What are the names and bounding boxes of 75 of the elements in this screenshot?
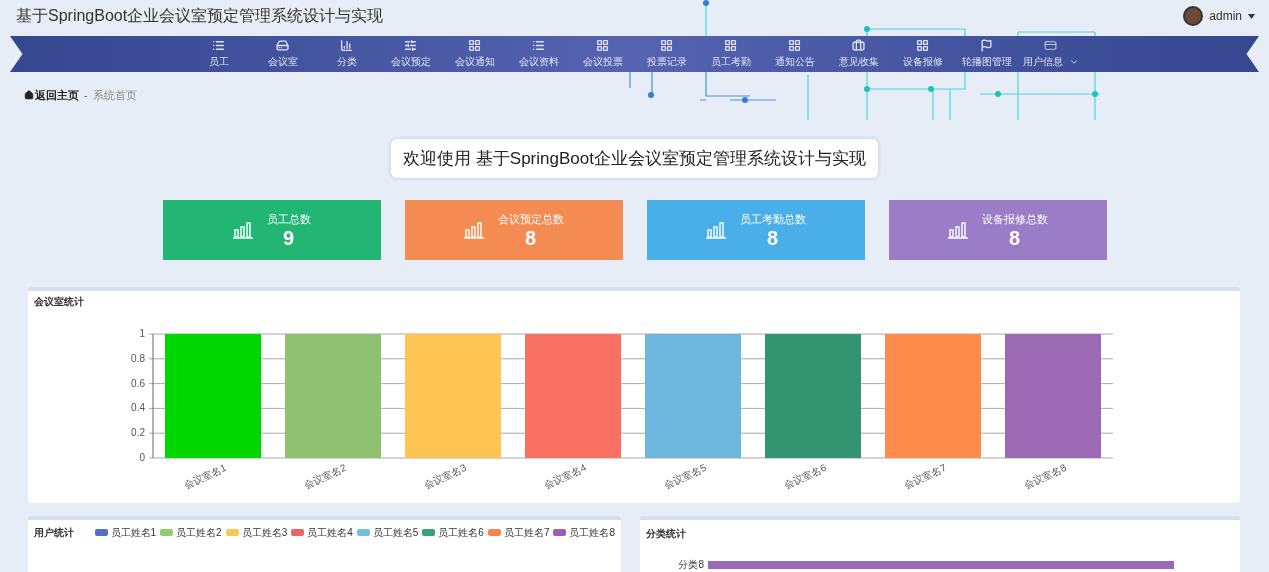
legend-label: 员工姓名3 [241, 526, 288, 540]
grid-icon [724, 39, 737, 52]
bar-chart-icon [947, 221, 968, 239]
grid-icon [916, 39, 929, 52]
username[interactable]: admin [1209, 7, 1242, 25]
stat-value: 9 [282, 227, 295, 250]
nav-item[interactable]: 员工 [186, 36, 251, 72]
legend-label: 员工姓名4 [307, 526, 353, 540]
grid-icon [468, 39, 481, 52]
caret-icon[interactable] [1248, 13, 1255, 19]
stat-value: 8 [1008, 227, 1021, 250]
nav-item[interactable]: 员工考勤 [698, 36, 763, 72]
bar-chart-icon [232, 221, 253, 239]
bar-chart-icon [463, 221, 484, 239]
legend-label: 员工姓名2 [176, 526, 222, 540]
grid-icon [788, 39, 801, 52]
x-tick-label: 会议室名5 [661, 461, 708, 492]
breadcrumb-current: 系统首页 [92, 88, 137, 103]
sliders-icon [404, 39, 417, 52]
nav-item[interactable]: 投票记录 [634, 36, 699, 72]
stat-value: 8 [524, 227, 537, 250]
stat-label: 员工考勤总数 [739, 211, 806, 227]
briefcase-icon [852, 39, 865, 52]
y-tick-label: 0.8 [131, 352, 145, 364]
home-icon [24, 90, 34, 101]
legend-label: 员工姓名1 [110, 526, 157, 540]
stat-label: 员工总数 [266, 211, 311, 227]
list-icon [532, 39, 545, 52]
legend-label: 员工姓名7 [503, 526, 550, 540]
nav-item[interactable]: 用户信息 [1018, 36, 1083, 72]
grid-icon [596, 39, 609, 52]
y-tick-label: 0 [139, 452, 145, 463]
bar-chart-icon [340, 39, 353, 52]
nav-item[interactable]: 设备报修 [890, 36, 955, 72]
stat-label: 设备报修总数 [981, 211, 1048, 227]
y-tick-label: 0.6 [131, 377, 145, 389]
nav-item[interactable]: 会议资料 [506, 36, 571, 72]
x-tick-label: 会议室名2 [301, 461, 348, 492]
bar-chart-icon [705, 221, 726, 239]
stat-label: 会议预定总数 [497, 211, 564, 227]
x-tick-label: 会议室名1 [181, 461, 228, 492]
nav-item[interactable]: 轮播图管理 [954, 36, 1019, 72]
nav-item[interactable]: 通知公告 [762, 36, 827, 72]
y-tick-label: 分类8 [677, 558, 704, 572]
x-tick-label: 会议室名7 [901, 461, 948, 492]
y-tick-label: 0.2 [131, 427, 145, 439]
stat-value: 8 [766, 227, 779, 250]
legend-label: 员工姓名5 [372, 526, 419, 540]
chart-title: 分类统计 [646, 527, 687, 541]
nav-item[interactable]: 会议投票 [570, 36, 635, 72]
drive-icon [276, 39, 289, 52]
flag-icon [980, 39, 993, 52]
nav-item[interactable]: 分类 [314, 36, 379, 72]
chart-title: 会议室统计 [34, 295, 84, 309]
chart-title: 用户统计 [34, 526, 74, 540]
nav-item[interactable]: 会议通知 [442, 36, 507, 72]
home-link[interactable]: 返回主页 [24, 87, 79, 104]
y-tick-label: 0.4 [131, 402, 145, 414]
nav-item[interactable]: 会议预定 [378, 36, 443, 72]
site-title: 基于SpringBoot企业会议室预定管理系统设计与实现 [16, 6, 384, 26]
x-tick-label: 会议室名3 [421, 461, 468, 492]
breadcrumb-separator: - [84, 88, 88, 103]
x-tick-label: 会议室名6 [781, 461, 828, 492]
x-tick-label: 会议室名8 [1021, 461, 1068, 492]
x-tick-label: 会议室名4 [541, 461, 588, 492]
welcome-banner: 欢迎使用 基于SpringBoot企业会议室预定管理系统设计与实现 [391, 138, 878, 178]
y-tick-label: 1 [139, 328, 145, 339]
card-icon [1044, 39, 1057, 52]
list-icon [212, 39, 225, 52]
legend-label: 员工姓名8 [569, 526, 615, 540]
nav-item[interactable]: 意见收集 [826, 36, 891, 72]
nav-item[interactable]: 会议室 [250, 36, 315, 72]
legend-label: 员工姓名6 [438, 526, 484, 540]
grid-icon [660, 39, 673, 52]
avatar[interactable] [1183, 6, 1204, 26]
